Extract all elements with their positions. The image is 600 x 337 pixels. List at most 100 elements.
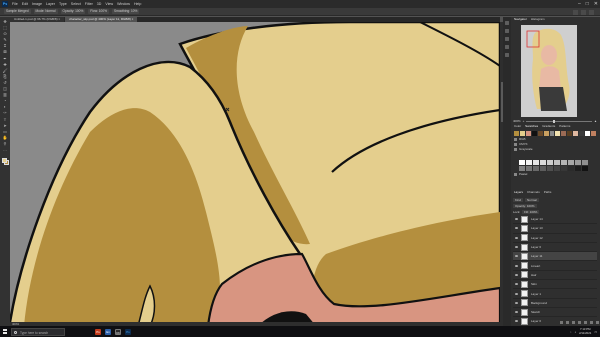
layer-row[interactable]: Layer 1 [513, 289, 597, 299]
taskbar-app-2[interactable]: Ex [105, 328, 111, 335]
zoom-in-icon[interactable]: ▲ [594, 119, 597, 123]
zoom-slider[interactable] [526, 119, 593, 123]
tab-channels[interactable]: Channels [527, 190, 540, 195]
layer-row[interactable]: Lineart [513, 261, 597, 271]
swatch-folder-grayscale[interactable]: Grayscale [514, 147, 596, 152]
option-sample[interactable]: Sample Merged [4, 9, 31, 14]
swatch-chip[interactable] [549, 131, 555, 136]
layer-row[interactable]: Layer 6 [513, 243, 597, 253]
swatch-chip[interactable] [555, 131, 561, 136]
adjustment-layer-icon[interactable] [578, 321, 581, 324]
hand-icon[interactable]: ✋ [3, 135, 8, 140]
properties-icon[interactable] [505, 29, 509, 33]
grayscale-swatch-chip[interactable] [540, 160, 546, 165]
foreground-color-swatch[interactable] [2, 158, 7, 163]
visibility-eye-icon[interactable] [515, 255, 518, 258]
start-button[interactable] [0, 326, 10, 337]
visibility-eye-icon[interactable] [515, 301, 518, 304]
layer-fill[interactable]: Fill: 100% [522, 209, 540, 214]
visibility-eye-icon[interactable] [515, 273, 518, 276]
tab-paths[interactable]: Paths [544, 190, 552, 195]
menu-type[interactable]: Type [59, 2, 67, 6]
visibility-eye-icon[interactable] [515, 320, 518, 323]
menu-select[interactable]: Select [71, 2, 81, 6]
share-icon[interactable] [589, 9, 594, 15]
taskbar-app-1[interactable]: Ps [95, 328, 101, 335]
eraser-icon[interactable]: ◫ [3, 87, 8, 91]
pen-icon[interactable]: ✑ [3, 111, 8, 115]
menu-view[interactable]: View [105, 2, 113, 6]
tab-layers[interactable]: Layers [514, 190, 523, 195]
grayscale-swatch-chip[interactable] [533, 166, 539, 171]
grayscale-swatch-chip[interactable] [561, 160, 567, 165]
clock[interactable]: 7:13 PM 2/11/2021 [579, 327, 591, 335]
character-icon[interactable] [505, 53, 509, 57]
visibility-eye-icon[interactable] [515, 218, 518, 221]
layer-row[interactable]: Layer 12 [513, 234, 597, 243]
maximize-icon[interactable]: □ [586, 0, 589, 8]
grayscale-swatch-chip[interactable] [533, 160, 539, 165]
grayscale-swatch-chip[interactable] [547, 160, 553, 165]
visibility-eye-icon[interactable] [515, 311, 518, 314]
swatch-chip[interactable] [585, 131, 590, 136]
grayscale-swatch-chip[interactable] [540, 166, 546, 171]
type-icon[interactable]: T [3, 117, 8, 122]
brushes-icon[interactable] [505, 45, 509, 49]
tab-patterns[interactable]: Patterns [559, 124, 570, 129]
layer-style-icon[interactable] [566, 321, 569, 324]
eyedropper-icon[interactable]: ✒ [3, 56, 8, 61]
grayscale-swatch-chip[interactable] [568, 160, 574, 165]
workspace-icon[interactable] [581, 9, 586, 15]
menu-edit[interactable]: Edit [22, 2, 28, 6]
swatch-chip[interactable] [590, 131, 596, 136]
menu-file[interactable]: File [12, 2, 18, 6]
grayscale-swatch-chip[interactable] [568, 166, 574, 171]
grayscale-swatch-chip[interactable] [519, 160, 525, 165]
menu-layer[interactable]: Layer [46, 2, 55, 6]
shape-icon[interactable]: ▭ [3, 129, 8, 134]
history-brush-icon[interactable]: ↺ [3, 80, 8, 85]
layer-row[interactable]: Background [513, 299, 597, 308]
lasso-icon[interactable]: ʘ [3, 32, 8, 36]
history-icon[interactable] [505, 21, 509, 25]
visibility-eye-icon[interactable] [515, 246, 518, 249]
tab-swatches[interactable]: Swatches [525, 124, 538, 129]
frame-icon[interactable]: ⊠ [3, 50, 8, 54]
tab-color[interactable]: Color [514, 124, 521, 129]
canvas[interactable] [10, 22, 500, 326]
add-mask-icon[interactable] [572, 321, 575, 324]
swatch-chip[interactable] [537, 131, 543, 136]
gradient-icon[interactable]: ▥ [3, 93, 8, 97]
healing-icon[interactable]: ✚ [3, 62, 8, 67]
taskbar-search[interactable]: Type here to search [11, 327, 65, 336]
zoom-value[interactable]: 400% [513, 119, 521, 123]
swatch-folder-pastel[interactable]: Pastel [514, 172, 527, 177]
swatch-chip[interactable] [567, 131, 573, 136]
grayscale-swatch-chip[interactable] [554, 160, 560, 165]
tab-histogram[interactable]: Histogram [531, 17, 545, 22]
network-icon[interactable]: ◔ [570, 330, 572, 334]
menu-help[interactable]: Help [134, 2, 141, 6]
link-layers-icon[interactable] [560, 321, 563, 324]
quick-select-icon[interactable]: ✎ [3, 38, 8, 42]
swatch-chip[interactable] [561, 131, 567, 136]
grayscale-swatch-chip[interactable] [526, 160, 532, 165]
visibility-eye-icon[interactable] [515, 264, 518, 267]
volume-icon[interactable]: ◖ [574, 330, 576, 334]
move-icon[interactable]: ✥ [3, 20, 8, 24]
tab-navigator[interactable]: Navigator [514, 17, 527, 22]
swatch-chip[interactable] [531, 131, 537, 136]
option-flow[interactable]: Flow: 100% [88, 9, 109, 14]
visibility-eye-icon[interactable] [515, 227, 518, 230]
minimize-icon[interactable]: – [578, 0, 581, 8]
visibility-eye-icon[interactable] [515, 236, 518, 239]
notifications-icon[interactable]: ▭ [594, 330, 597, 334]
zoom-icon[interactable]: ⚲ [3, 141, 8, 146]
crop-icon[interactable]: ⌗ [3, 44, 8, 48]
swatch-chip[interactable] [573, 131, 579, 136]
new-group-icon[interactable] [584, 321, 587, 324]
visibility-eye-icon[interactable] [515, 292, 518, 295]
menu-3d[interactable]: 3D [97, 2, 102, 6]
grayscale-swatch-chip[interactable] [575, 166, 581, 171]
grayscale-swatch-chip[interactable] [554, 166, 560, 171]
